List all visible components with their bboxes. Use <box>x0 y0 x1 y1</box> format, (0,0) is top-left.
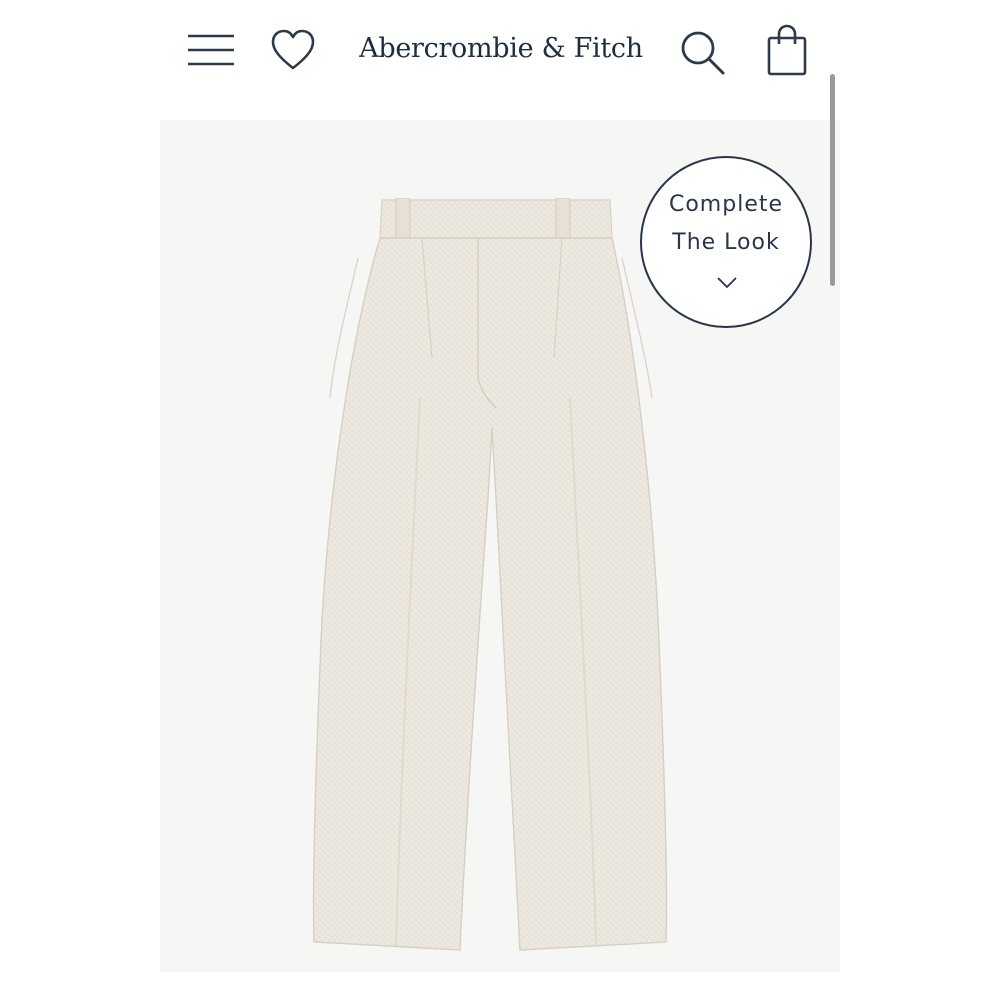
brand-logo[interactable]: Abercrombie & Fitch <box>356 28 646 70</box>
shopping-bag-icon[interactable] <box>765 24 809 78</box>
bottom-strip <box>160 972 840 1000</box>
site-header: Abercrombie & Fitch <box>160 0 840 120</box>
page: Abercrombie & Fitch Complete The Look <box>0 0 1000 1000</box>
pants-image <box>312 198 668 951</box>
complete-the-look-line1: Complete <box>668 192 784 217</box>
mobile-viewport: Abercrombie & Fitch Complete The Look <box>160 0 840 1000</box>
scrollbar[interactable] <box>830 74 835 286</box>
left-margin <box>0 0 160 1000</box>
complete-the-look-button[interactable]: Complete The Look <box>640 156 812 328</box>
heart-icon[interactable] <box>270 28 316 74</box>
complete-the-look-line2: The Look <box>672 230 780 255</box>
menu-icon[interactable] <box>186 30 236 70</box>
right-margin <box>840 0 1000 1000</box>
product-image[interactable]: Complete The Look <box>160 120 840 972</box>
chevron-down-icon <box>717 277 737 289</box>
search-icon[interactable] <box>678 28 726 76</box>
